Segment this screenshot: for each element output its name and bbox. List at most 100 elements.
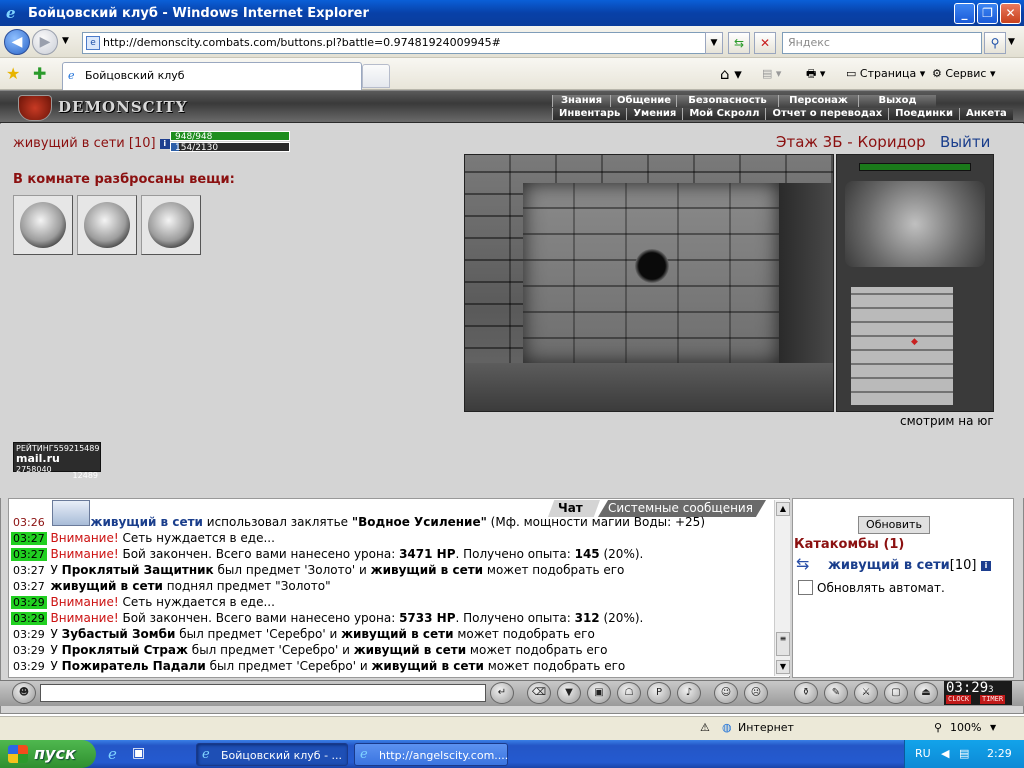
- fight-icon[interactable]: ⚔: [854, 682, 878, 704]
- room-user[interactable]: живущий в сети[10] i: [828, 558, 991, 573]
- refresh-button[interactable]: Обновить: [858, 516, 930, 534]
- stop-icon[interactable]: ✕: [754, 32, 776, 54]
- exit-icon[interactable]: ⏏: [914, 682, 938, 704]
- game-menu-top-item-4[interactable]: Выход: [858, 95, 936, 107]
- favorites-star-icon[interactable]: ★: [6, 64, 20, 83]
- search-input[interactable]: Яндекс: [782, 32, 982, 54]
- movement-controls[interactable]: [845, 181, 985, 267]
- address-bar[interactable]: e http://demonscity.combats.com/buttons.…: [82, 32, 722, 54]
- globe-icon: ◍: [722, 721, 732, 734]
- send-icon[interactable]: ↵: [490, 682, 514, 704]
- info-icon[interactable]: i: [981, 561, 991, 571]
- game-menu-bottom-item-1[interactable]: Умения: [626, 108, 683, 120]
- game-menu-top-item-2[interactable]: Безопасность: [676, 95, 778, 107]
- game-menu-top-item-3[interactable]: Персонаж: [778, 95, 858, 107]
- room-title: Катакомбы (1): [794, 537, 905, 552]
- rating-counter[interactable]: РЕЙТИНГ559215489 mail.ru 2758040 12489: [13, 442, 101, 480]
- game-menu-top-item-1[interactable]: Общение: [610, 95, 676, 107]
- game-menu-top-item-0[interactable]: Знания: [552, 95, 610, 107]
- face-icon[interactable]: ☹: [744, 682, 768, 704]
- room-item[interactable]: [13, 195, 73, 255]
- network-icon[interactable]: ▤: [959, 740, 969, 768]
- search-icon[interactable]: ⚲: [984, 32, 1006, 54]
- bag-icon[interactable]: ▢: [884, 682, 908, 704]
- scroll-down-icon[interactable]: ▼: [776, 660, 790, 674]
- back-button[interactable]: ◀: [4, 29, 30, 55]
- save-icon[interactable]: ▣: [587, 682, 611, 704]
- timer-label[interactable]: TIMER: [980, 695, 1006, 704]
- message-time[interactable]: 03:29: [11, 612, 47, 625]
- translit-icon[interactable]: Р: [647, 682, 671, 704]
- tab-current[interactable]: e Бойцовский клуб: [62, 62, 362, 90]
- message-emphasis[interactable]: живущий в сети: [91, 515, 203, 529]
- message-time[interactable]: 03:29: [11, 628, 47, 641]
- maximize-button[interactable]: ❐: [977, 3, 998, 24]
- game-menu-bottom-item-5[interactable]: Анкета: [958, 108, 1013, 120]
- forward-button[interactable]: ▶: [32, 29, 58, 55]
- lamp-icon[interactable]: ⚱: [794, 682, 818, 704]
- task-button-fight-club[interactable]: e Бойцовский клуб - ...: [196, 743, 348, 766]
- feeds-icon[interactable]: ▤ ▾: [762, 64, 781, 84]
- chat-message: 03:26 живущий в сети использовал заклять…: [11, 514, 705, 531]
- figure-icon[interactable]: ☖: [617, 682, 641, 704]
- eraser-icon[interactable]: ⌫: [527, 682, 551, 704]
- language-indicator[interactable]: RU: [915, 740, 931, 768]
- auto-refresh[interactable]: Обновлять автомат.: [798, 580, 945, 595]
- auto-refresh-label: Обновлять автомат.: [817, 581, 945, 595]
- task-ie-icon: e: [360, 747, 368, 762]
- minimize-button[interactable]: _: [954, 3, 975, 24]
- chat-scrollbar[interactable]: ▲ ▼ ≡: [774, 500, 790, 676]
- filter-icon[interactable]: ▼: [557, 682, 581, 704]
- room-item[interactable]: [77, 195, 137, 255]
- smile-menu-icon[interactable]: ☻: [12, 682, 36, 704]
- message-time[interactable]: 03:27: [11, 532, 47, 545]
- game-menu-bottom-item-4[interactable]: Поединки: [888, 108, 959, 120]
- message-time[interactable]: 03:27: [11, 580, 47, 593]
- auto-refresh-checkbox[interactable]: [798, 580, 813, 595]
- page-menu[interactable]: ▭ Страница ▾: [846, 64, 925, 84]
- info-icon[interactable]: i: [159, 139, 170, 149]
- task-button-angelscity[interactable]: e http://angelscity.com....: [354, 743, 508, 766]
- new-tab-button[interactable]: [362, 64, 390, 88]
- history-dropdown-icon[interactable]: ▼: [62, 36, 69, 46]
- dungeon-floor: [465, 363, 833, 411]
- message-time[interactable]: 03:29: [11, 644, 47, 657]
- room-item[interactable]: [141, 195, 201, 255]
- close-button[interactable]: ✕: [1000, 3, 1021, 24]
- quicklaunch-desktop-icon[interactable]: ▣: [132, 745, 145, 761]
- character-name[interactable]: живущий в сети [10] i: [13, 136, 170, 151]
- game-menu-bottom-item-3[interactable]: Отчет о переводах: [765, 108, 889, 120]
- music-icon[interactable]: ♪: [677, 682, 701, 704]
- refresh-icon[interactable]: ⇆: [728, 32, 750, 54]
- message-time[interactable]: 03:29: [11, 596, 47, 609]
- clock-time: 03:29: [946, 680, 989, 696]
- zoom-dropdown-icon[interactable]: ▼: [990, 717, 996, 739]
- game-menu-bottom-item-0[interactable]: Инвентарь: [552, 108, 627, 120]
- message-time[interactable]: 03:27: [11, 564, 47, 577]
- message-time[interactable]: 03:26: [11, 516, 47, 529]
- message-time[interactable]: 03:27: [11, 548, 47, 561]
- quicklaunch-ie-icon[interactable]: e: [108, 745, 117, 763]
- message-emphasis: живущий в сети: [353, 643, 467, 657]
- smiley-icon[interactable]: ☺: [714, 682, 738, 704]
- transfer-icon[interactable]: ⇆: [796, 554, 820, 573]
- add-favorite-icon[interactable]: ✚: [33, 64, 46, 83]
- zoom-icon[interactable]: ⚲: [934, 717, 942, 739]
- scroll-thumb[interactable]: ≡: [776, 632, 790, 656]
- home-icon[interactable]: ⌂ ▾: [720, 64, 742, 84]
- address-dropdown-icon[interactable]: ▼: [705, 32, 723, 54]
- message-text: Сеть нуждается в еде...: [118, 595, 275, 609]
- game-menu-bottom-item-2[interactable]: Мой Скролл: [682, 108, 766, 120]
- exit-link[interactable]: Выйти: [940, 133, 990, 151]
- tray-back-icon[interactable]: ◀: [941, 740, 949, 768]
- zoom-level[interactable]: 100%: [950, 717, 981, 739]
- scroll-up-icon[interactable]: ▲: [776, 502, 790, 516]
- message-emphasis: Пожиратель Падали: [61, 659, 206, 673]
- chat-input[interactable]: [40, 684, 486, 702]
- print-icon[interactable]: 🖶 ▾: [806, 64, 825, 84]
- message-time[interactable]: 03:29: [11, 660, 47, 673]
- search-options-icon[interactable]: ▼: [1008, 37, 1015, 47]
- tools-menu[interactable]: ⚙ Сервис ▾: [932, 64, 996, 84]
- scroll-icon[interactable]: ✎: [824, 682, 848, 704]
- start-button[interactable]: пуск: [0, 740, 96, 768]
